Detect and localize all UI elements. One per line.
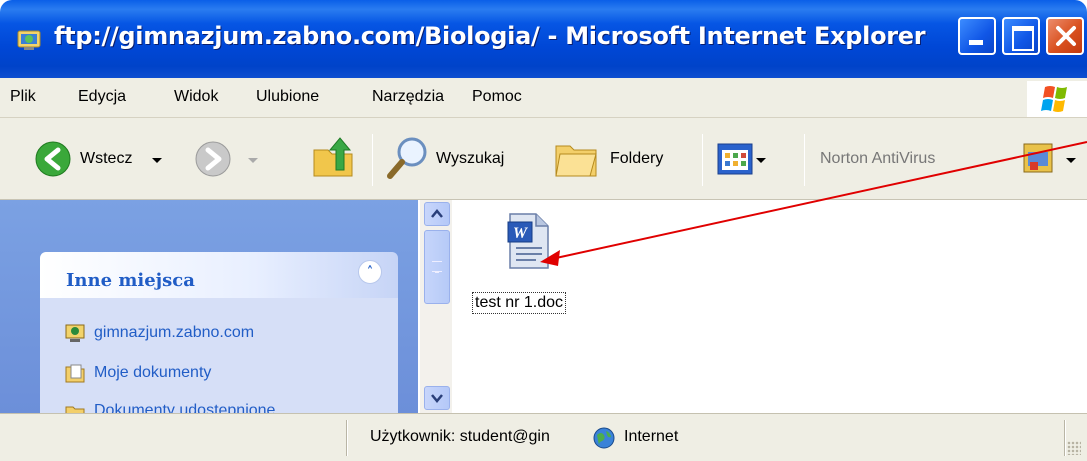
link-gimnazjum[interactable]: gimnazjum.zabno.com xyxy=(94,324,254,342)
up-folder-icon[interactable] xyxy=(310,136,356,180)
status-user: Użytkownik: student@gin xyxy=(370,428,550,445)
norton-antivirus-label[interactable]: Norton AntiVirus xyxy=(820,150,935,168)
resize-grip[interactable] xyxy=(1067,441,1081,455)
other-places-header[interactable]: Inne miejsca ˄ xyxy=(40,252,398,298)
file-item[interactable]: W test nr 1.doc xyxy=(460,208,596,318)
scroll-down-button[interactable] xyxy=(424,386,450,410)
menu-file[interactable]: Plik xyxy=(10,88,36,106)
menu-tools[interactable]: Narzędzia xyxy=(372,88,444,106)
file-list-pane: W test nr 1.doc xyxy=(452,200,1087,413)
ie-window: ftp://gimnazjum.zabno.com/Biologia/ - Mi… xyxy=(0,0,1087,461)
menu-help[interactable]: Pomoc xyxy=(472,88,522,106)
search-button-label[interactable]: Wyszukaj xyxy=(436,150,504,168)
task-pane: Inne miejsca ˄ gimnazjum.zabno.com Moje … xyxy=(0,200,418,423)
back-dropdown-icon[interactable] xyxy=(152,158,162,163)
norton-antivirus-icon[interactable] xyxy=(1022,142,1056,176)
collapse-chevron-icon[interactable]: ˄ xyxy=(358,260,382,284)
link-my-documents[interactable]: Moje dokumenty xyxy=(94,364,211,382)
word-document-icon: W xyxy=(507,213,549,269)
minimize-button[interactable] xyxy=(958,17,996,55)
folders-icon[interactable] xyxy=(552,138,600,180)
forward-dropdown-icon[interactable] xyxy=(248,158,258,163)
vertical-scrollbar[interactable] xyxy=(420,200,452,413)
close-icon xyxy=(1056,26,1076,46)
menu-edit[interactable]: Edycja xyxy=(78,88,126,106)
other-places-title: Inne miejsca xyxy=(66,270,195,291)
file-name[interactable]: test nr 1.doc xyxy=(472,292,567,314)
menu-favorites[interactable]: Ulubione xyxy=(256,88,319,106)
internet-zone-icon xyxy=(593,427,615,449)
chevron-down-icon xyxy=(431,394,443,403)
status-zone: Internet xyxy=(624,428,679,445)
link-shared-documents[interactable]: Dokumenty udostępnione xyxy=(94,402,275,413)
other-places-list: gimnazjum.zabno.com Moje dokumenty Dokum… xyxy=(40,298,398,423)
back-button-label[interactable]: Wstecz xyxy=(80,150,132,168)
views-dropdown-icon[interactable] xyxy=(756,158,766,163)
window-title: ftp://gimnazjum.zabno.com/Biologia/ - Mi… xyxy=(54,22,926,50)
other-places-panel: Inne miejsca ˄ gimnazjum.zabno.com Moje … xyxy=(40,252,398,423)
views-icon[interactable] xyxy=(716,142,754,176)
menu-bar: Plik Edycja Widok Ulubione Narzędzia Pom… xyxy=(0,78,1087,118)
title-bar: ftp://gimnazjum.zabno.com/Biologia/ - Mi… xyxy=(0,0,1087,78)
folders-button-label[interactable]: Foldery xyxy=(610,150,663,168)
windows-logo-icon xyxy=(1027,81,1087,117)
toolbar: Wstecz Wyszukaj Foldery Norton AntiVirus xyxy=(0,118,1087,200)
ftp-folder-icon xyxy=(17,30,41,50)
close-button[interactable] xyxy=(1046,17,1084,55)
status-bar: Użytkownik: student@gin Internet xyxy=(0,413,1087,461)
svg-text:W: W xyxy=(513,225,529,242)
maximize-button[interactable] xyxy=(1002,17,1040,55)
back-arrow-icon[interactable] xyxy=(34,140,72,178)
forward-arrow-icon[interactable] xyxy=(194,140,232,178)
my-documents-icon xyxy=(65,364,85,383)
search-icon[interactable] xyxy=(384,134,432,182)
scroll-thumb[interactable] xyxy=(424,230,450,304)
menu-view[interactable]: Widok xyxy=(174,88,218,106)
chevron-up-icon xyxy=(431,209,443,218)
network-place-icon xyxy=(65,324,85,342)
scroll-up-button[interactable] xyxy=(424,202,450,226)
norton-dropdown-icon[interactable] xyxy=(1066,158,1076,163)
